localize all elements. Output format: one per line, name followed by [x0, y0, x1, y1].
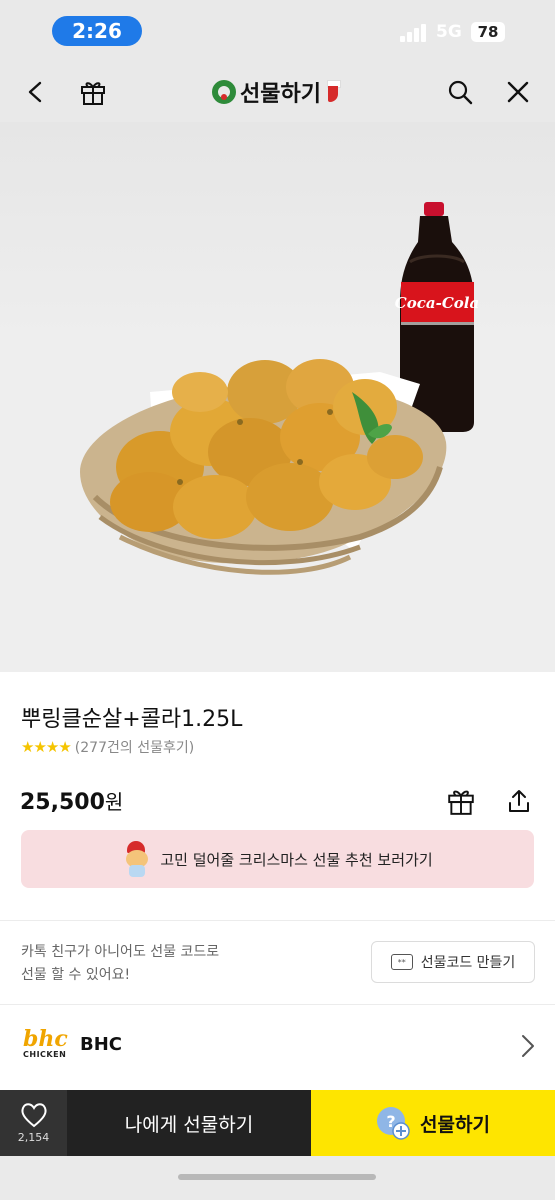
- wishlist-count: 2,154: [17, 1131, 50, 1144]
- stocking-icon: [325, 80, 343, 104]
- home-indicator[interactable]: [178, 1174, 376, 1180]
- gift-icon: [448, 790, 474, 815]
- review-count: (277건의 선물후기): [74, 740, 195, 756]
- status-time: 2:26: [52, 16, 142, 46]
- close-button[interactable]: [502, 76, 534, 108]
- rating-stars-icon: ★★★★: [21, 738, 72, 756]
- share-button[interactable]: [502, 784, 536, 818]
- product-photo-chicken-and-cola: Coca-Cola: [80, 202, 479, 575]
- send-gift-button[interactable]: ? 선물하기: [311, 1090, 555, 1156]
- send-gift-label: 선물하기: [420, 1113, 490, 1136]
- close-icon: [507, 81, 529, 103]
- cola-label: Coca-Cola: [395, 294, 479, 312]
- bottom-action-bar: 2,154 나에게 선물하기 ? 선물하기: [0, 1090, 555, 1156]
- wreath-icon: [212, 80, 237, 104]
- network-type: 5G: [436, 22, 462, 42]
- divider: [0, 920, 555, 921]
- gift-code-icon: **: [390, 954, 413, 970]
- status-bar: 2:26 5G 78: [0, 0, 555, 62]
- christmas-character-icon: [122, 841, 152, 877]
- search-button[interactable]: [444, 76, 476, 108]
- banner-text: 고민 덜어줄 크리스마스 선물 추천 보러가기: [160, 850, 433, 869]
- price-value: 25,500: [20, 790, 105, 815]
- create-gift-code-button[interactable]: ** 선물코드 만들기: [371, 941, 535, 983]
- gift-to-self-button[interactable]: 나에게 선물하기: [67, 1090, 375, 1156]
- product-rating[interactable]: ★★★★ (277건의 선물후기): [21, 737, 194, 757]
- brand-name: BHC: [80, 1034, 122, 1055]
- gift-code-description: 카톡 친구가 아니어도 선물 코드로 선물 할 수 있어요!: [21, 941, 219, 987]
- gift-add-icon: ?: [377, 1107, 410, 1140]
- share-icon: [509, 790, 529, 812]
- heart-icon: [20, 1103, 47, 1128]
- brand-logo-top: bhc: [23, 1026, 68, 1052]
- gift-wrap-button[interactable]: [444, 784, 478, 818]
- gift-code-line-1: 카톡 친구가 아니어도 선물 코드로: [21, 944, 220, 960]
- battery-indicator: 78: [471, 22, 505, 42]
- page-title-text: 선물하기: [240, 82, 321, 107]
- product-name: 뿌링클순살+콜라1.25L: [21, 707, 243, 732]
- christmas-recommendation-banner[interactable]: 고민 덜어줄 크리스마스 선물 추천 보러가기: [21, 830, 534, 888]
- price-unit: 원: [104, 790, 124, 814]
- product-price: 25,500원: [20, 786, 123, 815]
- create-gift-code-label: 선물코드 만들기: [420, 955, 516, 971]
- top-nav-bar: 선물하기: [0, 62, 555, 122]
- cellular-signal-icon: [400, 24, 428, 42]
- product-image[interactable]: Coca-Cola: [0, 122, 555, 672]
- brand-logo: bhc CHICKEN: [23, 1026, 68, 1066]
- brand-row[interactable]: bhc CHICKEN BHC: [0, 1006, 555, 1088]
- brand-logo-bottom: CHICKEN: [23, 1050, 67, 1059]
- chevron-right-icon: [522, 1035, 534, 1057]
- gift-to-self-label: 나에게 선물하기: [124, 1113, 254, 1136]
- divider: [0, 1004, 555, 1005]
- wishlist-button[interactable]: 2,154: [0, 1090, 67, 1156]
- search-icon: [448, 80, 473, 105]
- gift-code-line-2: 선물 할 수 있어요!: [21, 967, 131, 983]
- home-indicator-area: [0, 1156, 555, 1200]
